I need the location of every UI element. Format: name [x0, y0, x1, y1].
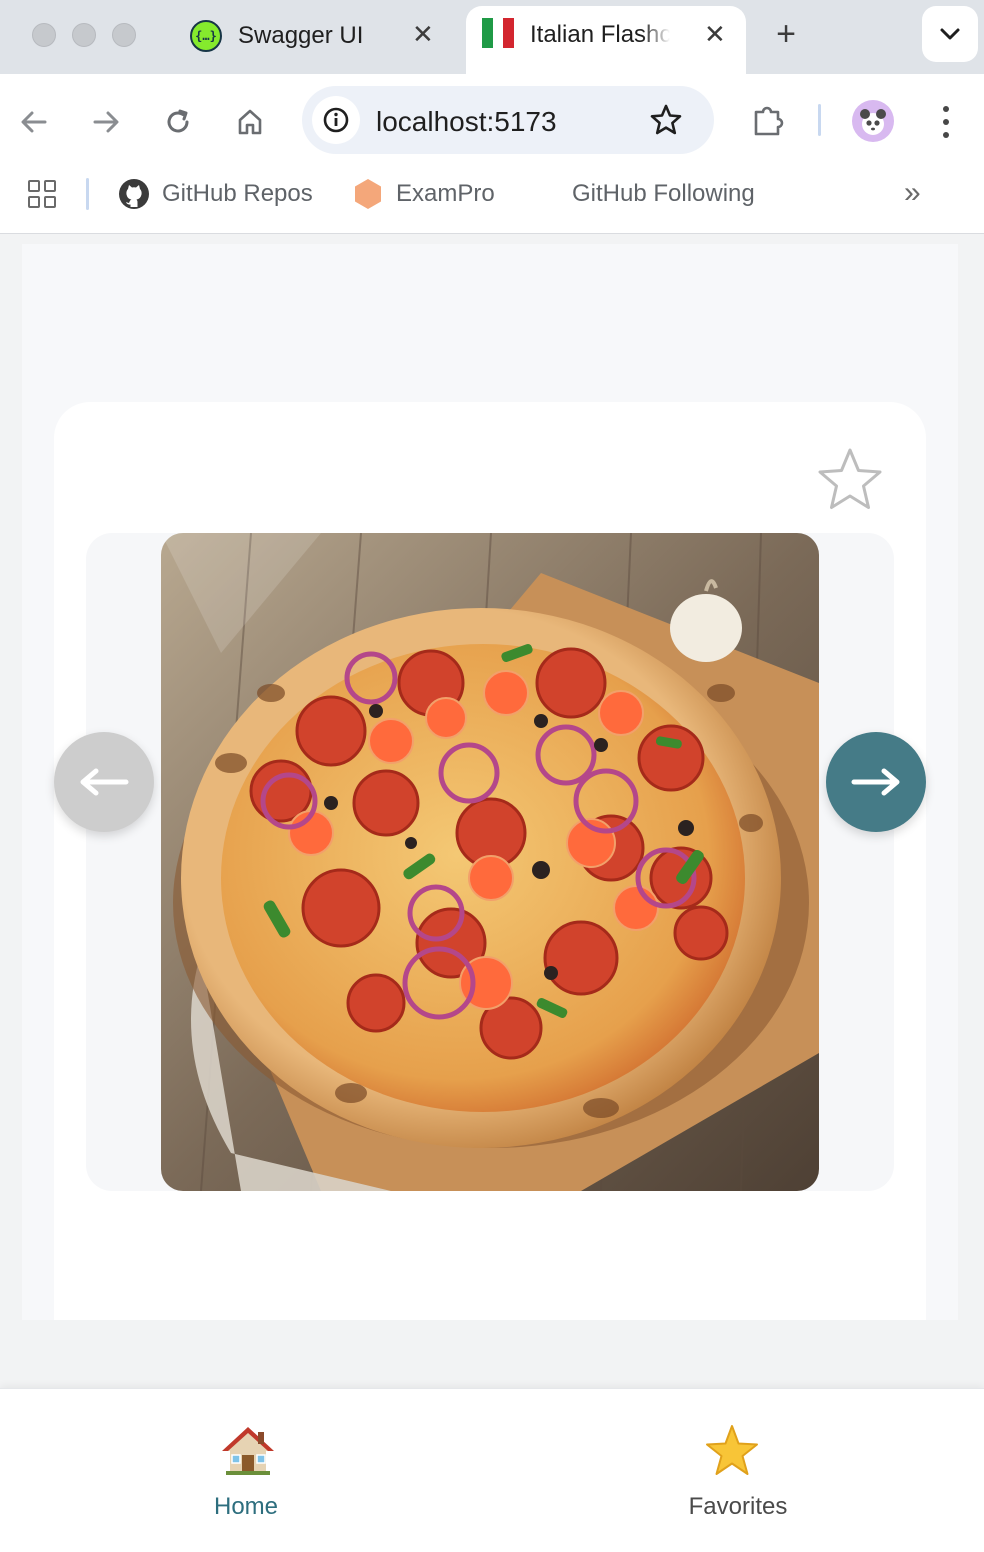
pizza-image	[161, 533, 819, 1191]
reload-icon	[167, 109, 189, 133]
home-button[interactable]	[230, 102, 270, 142]
url-text: localhost:5173	[376, 106, 557, 137]
window-minimize-dot[interactable]	[72, 23, 96, 47]
reload-button[interactable]	[158, 102, 198, 142]
window-close-dot[interactable]	[32, 23, 56, 47]
arrow-right-icon	[851, 768, 900, 796]
bookmarks-overflow-icon[interactable]: »	[904, 176, 921, 210]
nav-home-label: Home	[213, 1493, 279, 1520]
home-icon	[238, 109, 262, 135]
bookmark-label: GitHub Following	[572, 180, 755, 207]
bookmarks-divider	[86, 178, 89, 210]
tab-italian-flashcards[interactable]: Italian Flashcards ✕	[466, 6, 746, 74]
bookmark-label: GitHub Repos	[162, 180, 313, 207]
close-icon[interactable]: ✕	[412, 21, 434, 47]
favorite-star-icon[interactable]	[814, 444, 886, 516]
chevron-down-icon	[940, 28, 960, 40]
nav-home[interactable]: Home	[0, 1389, 492, 1552]
extensions-puzzle-icon[interactable]	[748, 100, 788, 140]
nav-favorites[interactable]: Favorites	[492, 1389, 984, 1552]
bookmark-star-icon[interactable]	[648, 102, 684, 138]
forward-button[interactable]	[86, 102, 126, 142]
tab-swagger-ui[interactable]: {…} Swagger UI ✕	[176, 0, 448, 74]
tab-title: Swagger UI	[238, 22, 364, 49]
profile-avatar[interactable]	[852, 100, 894, 142]
back-button[interactable]	[14, 102, 54, 142]
arrow-right-icon	[93, 111, 119, 133]
browser-toolbar: localhost:5173	[0, 74, 984, 166]
italian-flag-icon	[482, 18, 515, 48]
new-tab-button[interactable]: +	[768, 14, 804, 54]
browser-tab-strip: {…} Swagger UI ✕ Italian Flashcards ✕ +	[0, 0, 984, 74]
bookmark-exampro[interactable]: ExamPro	[352, 178, 495, 210]
bookmarks-bar: GitHub Repos ExamPro GitHub Following »	[0, 166, 984, 234]
more-menu-icon[interactable]	[932, 102, 960, 142]
github-icon	[119, 179, 149, 209]
close-icon[interactable]: ✕	[704, 21, 726, 47]
arrow-left-icon	[21, 111, 47, 133]
tab-title: Italian Flashcards	[530, 21, 670, 48]
tab-search-button[interactable]	[922, 6, 978, 62]
star-icon	[706, 1425, 758, 1475]
house-icon	[222, 1427, 274, 1475]
toolbar-divider	[818, 104, 821, 136]
bookmark-label: ExamPro	[396, 180, 495, 207]
bookmark-github-following[interactable]: GitHub Following	[572, 178, 755, 210]
apps-grid-icon[interactable]	[28, 180, 56, 208]
swagger-icon: {…}	[190, 20, 222, 52]
address-bar[interactable]: localhost:5173	[302, 86, 714, 154]
window-zoom-dot[interactable]	[112, 23, 136, 47]
nav-favorites-label: Favorites	[688, 1493, 788, 1520]
bottom-navigation: Home Favorites	[0, 1388, 984, 1552]
site-info-icon[interactable]	[312, 96, 360, 144]
arrow-left-icon	[80, 768, 129, 796]
bookmark-github-repos[interactable]: GitHub Repos	[118, 178, 313, 210]
next-card-button[interactable]	[826, 732, 926, 832]
previous-card-button[interactable]	[54, 732, 154, 832]
hexagon-icon	[355, 179, 381, 209]
